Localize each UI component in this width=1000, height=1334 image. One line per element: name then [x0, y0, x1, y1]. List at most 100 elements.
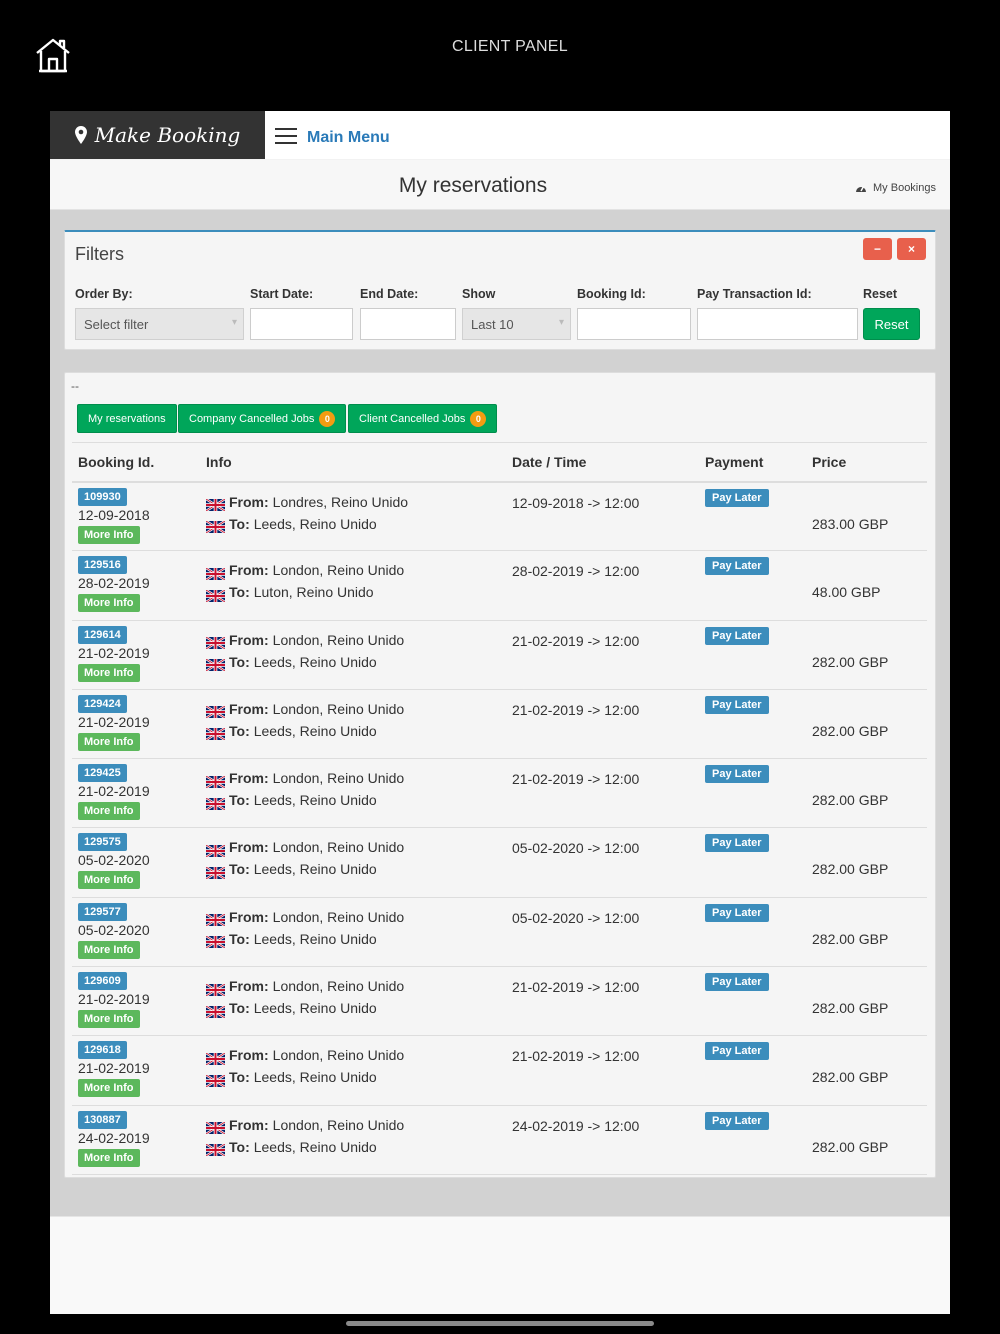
- to-line: To: Leeds, Reino Unido: [205, 859, 500, 880]
- home-indicator: [346, 1321, 654, 1326]
- from-line: From: London, Reino Unido: [205, 630, 500, 651]
- price-cell: 282.00 GBP: [806, 966, 927, 1037]
- more-info-button[interactable]: More Info: [78, 1079, 140, 1098]
- more-info-button[interactable]: More Info: [78, 525, 140, 544]
- to-label: To:: [229, 792, 250, 809]
- more-info-button[interactable]: More Info: [78, 1148, 140, 1167]
- booking-id-input[interactable]: [577, 308, 691, 340]
- booking-id-badge[interactable]: 129425: [78, 764, 127, 783]
- price-cell: 282.00 GBP: [806, 827, 927, 898]
- payment-badge: Pay Later: [705, 626, 769, 645]
- booking-id-badge[interactable]: 129577: [78, 902, 127, 921]
- table-row: 129577 05-02-2020 More Info From: London…: [72, 897, 927, 968]
- to-line: To: Leeds, Reino Unido: [205, 721, 500, 742]
- make-booking-button[interactable]: Make Booking: [50, 111, 265, 159]
- payment-cell: Pay Later: [699, 758, 806, 829]
- more-info-button[interactable]: More Info: [78, 732, 140, 751]
- content-area: Filters − × Order By: Select filter Star…: [50, 210, 950, 1216]
- to-location: Leeds, Reino Unido: [253, 1069, 377, 1086]
- order-by-select[interactable]: Select filter: [75, 308, 244, 340]
- more-info-button[interactable]: More Info: [78, 802, 140, 821]
- booking-id-badge[interactable]: 129618: [78, 1041, 127, 1060]
- booking-date: 21-02-2019: [78, 783, 150, 800]
- from-label: From:: [229, 770, 269, 787]
- booking-date: 21-02-2019: [78, 1060, 150, 1077]
- booking-cell: 129614 21-02-2019 More Info: [72, 620, 200, 690]
- table-row: 129618 21-02-2019 More Info From: London…: [72, 1035, 927, 1106]
- booking-cell: 129575 05-02-2020 More Info: [72, 827, 200, 898]
- more-info-button[interactable]: More Info: [78, 871, 140, 890]
- table-row: 129425 21-02-2019 More Info From: London…: [72, 758, 927, 829]
- pay-transaction-input[interactable]: [697, 308, 858, 340]
- booking-id-badge[interactable]: 109930: [78, 487, 127, 506]
- datetime-cell: 12-09-2018 -> 12:00: [506, 481, 699, 552]
- from-location: London, Reino Unido: [272, 1116, 405, 1133]
- tab-label: Client Cancelled Jobs: [359, 412, 466, 425]
- end-date-input[interactable]: [360, 308, 456, 340]
- table-header-row: Booking Id. Info Date / Time Payment Pri…: [72, 442, 927, 483]
- breadcrumb[interactable]: My Bookings: [855, 182, 936, 194]
- price-cell: 282.00 GBP: [806, 620, 927, 690]
- booking-id-badge[interactable]: 129609: [78, 972, 127, 991]
- booking-id-badge[interactable]: 129575: [78, 833, 127, 852]
- booking-id-badge[interactable]: 129424: [78, 694, 127, 713]
- to-label: To:: [229, 584, 250, 601]
- more-info-button[interactable]: More Info: [78, 940, 140, 959]
- tab-my-reservations[interactable]: My reservations: [77, 404, 177, 433]
- to-location: Leeds, Reino Unido: [253, 792, 377, 809]
- app-container: Make Booking Main Menu My reservations M…: [50, 111, 950, 1314]
- info-cell: From: Londres, Reino Unido To: Leeds, Re…: [200, 481, 506, 552]
- more-info-button[interactable]: More Info: [78, 663, 140, 682]
- uk-flag-icon: [205, 703, 226, 720]
- datetime-cell: 21-02-2019 -> 12:00: [506, 966, 699, 1037]
- booking-id-badge[interactable]: 129614: [78, 625, 127, 644]
- from-label: From:: [229, 562, 269, 579]
- start-date-input[interactable]: [250, 308, 353, 340]
- from-location: London, Reino Unido: [272, 631, 405, 648]
- booking-cell: 129425 21-02-2019 More Info: [72, 758, 200, 829]
- uk-flag-icon: [205, 634, 226, 651]
- booking-date: 05-02-2020: [78, 852, 150, 869]
- page-header: My reservations My Bookings: [50, 160, 950, 210]
- uk-flag-icon: [205, 587, 226, 603]
- payment-cell: Pay Later: [699, 1035, 806, 1106]
- reset-label: Reset: [863, 287, 898, 301]
- payment-cell: Pay Later: [699, 827, 806, 898]
- collapse-button[interactable]: −: [863, 238, 892, 260]
- tab-client-cancelled[interactable]: Client Cancelled Jobs 0: [348, 404, 498, 433]
- payment-badge: Pay Later: [705, 973, 769, 992]
- info-cell: From: London, Reino Unido To: Leeds, Rei…: [200, 758, 506, 829]
- app-title: CLIENT PANEL: [452, 38, 568, 55]
- main-menu-toggle[interactable]: Main Menu: [275, 125, 390, 147]
- to-label: To:: [229, 515, 250, 532]
- from-label: From:: [229, 1116, 269, 1133]
- map-pin-icon: [74, 126, 87, 144]
- info-cell: From: London, Reino Unido To: Leeds, Rei…: [200, 1105, 506, 1175]
- booking-id-badge[interactable]: 130887: [78, 1110, 127, 1129]
- to-line: To: Leeds, Reino Unido: [205, 514, 500, 535]
- reset-button[interactable]: Reset: [863, 308, 920, 340]
- minus-icon: −: [873, 242, 881, 256]
- booking-id-badge[interactable]: 129516: [78, 556, 127, 575]
- to-location: Leeds, Reino Unido: [253, 861, 377, 878]
- close-button[interactable]: ×: [897, 238, 926, 260]
- to-line: To: Leeds, Reino Unido: [205, 790, 500, 811]
- booking-cell: 129609 21-02-2019 More Info: [72, 966, 200, 1037]
- filters-panel: Filters − × Order By: Select filter Star…: [64, 230, 936, 350]
- price-cell: 282.00 GBP: [806, 897, 927, 968]
- tab-label: My reservations: [88, 412, 166, 425]
- price-cell: 282.00 GBP: [806, 1105, 927, 1175]
- from-label: From:: [229, 839, 269, 856]
- page-title: My reservations: [398, 174, 548, 197]
- table-row: 129609 21-02-2019 More Info From: London…: [72, 966, 927, 1037]
- info-cell: From: London, Reino Unido To: Leeds, Rei…: [200, 966, 506, 1037]
- to-label: To:: [229, 722, 250, 739]
- more-info-button[interactable]: More Info: [78, 1010, 140, 1029]
- datetime-cell: 21-02-2019 -> 12:00: [506, 758, 699, 829]
- tab-company-cancelled[interactable]: Company Cancelled Jobs 0: [178, 404, 347, 433]
- show-select[interactable]: Last 10: [462, 308, 571, 340]
- uk-flag-icon: [205, 1003, 226, 1019]
- breadcrumb-label: My Bookings: [873, 182, 936, 194]
- booking-cell: 129516 28-02-2019 More Info: [72, 550, 200, 621]
- more-info-button[interactable]: More Info: [78, 594, 140, 613]
